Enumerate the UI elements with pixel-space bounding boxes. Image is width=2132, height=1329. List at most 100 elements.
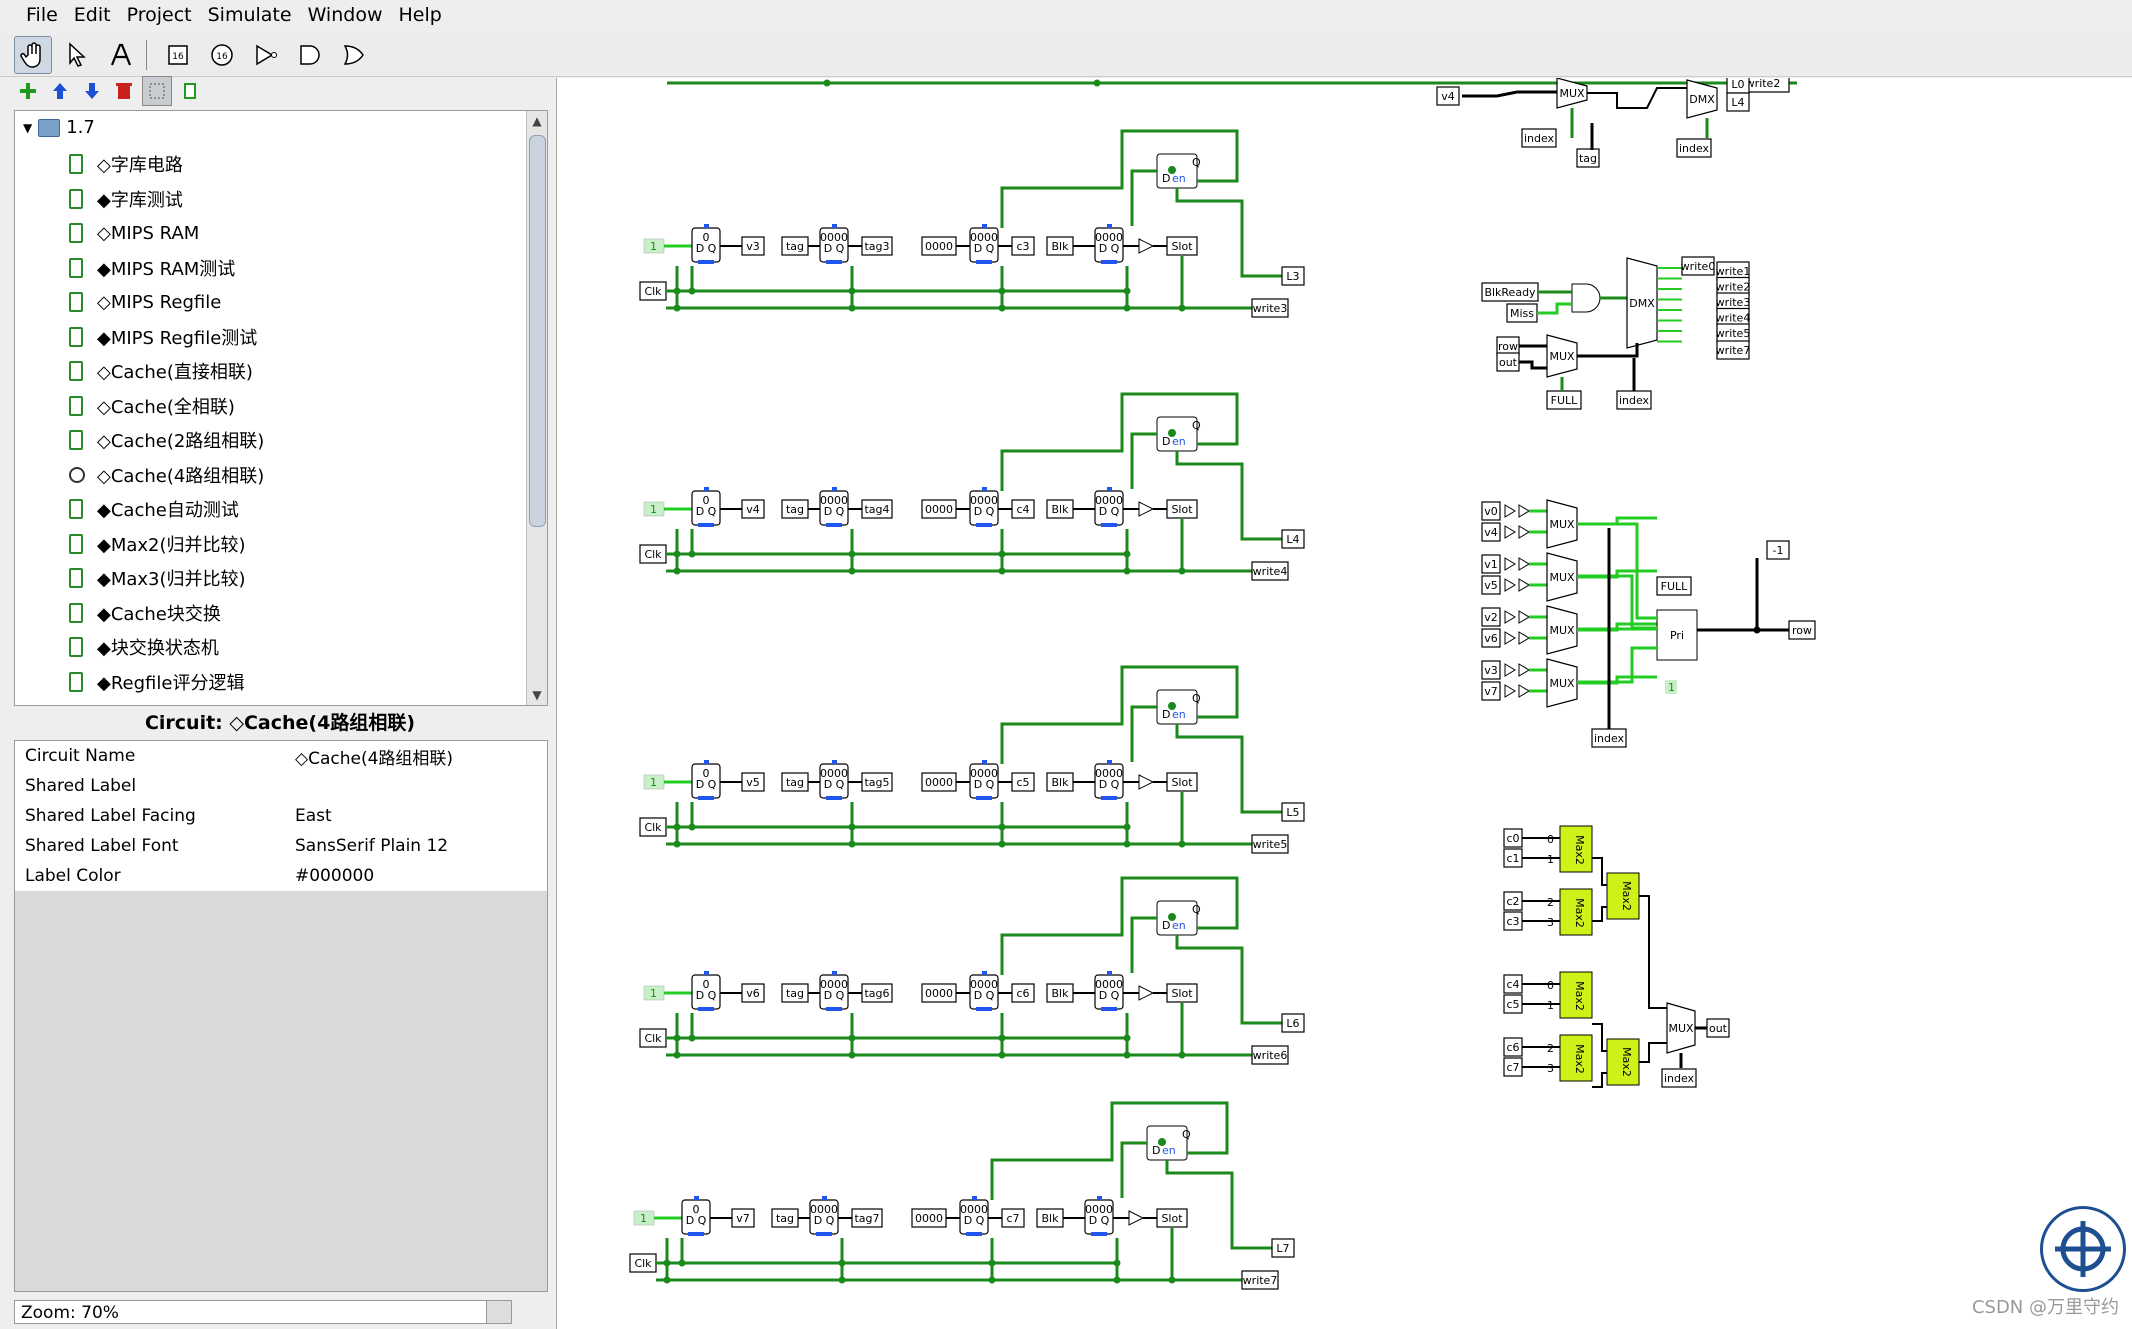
led-indicator [1168, 702, 1176, 710]
property-key: Shared Label [25, 776, 137, 796]
tree-item-label: ◆字库测试 [97, 189, 183, 211]
tree-item[interactable]: ◇Cache(2路组相联) [69, 423, 264, 457]
circuit-icon [69, 395, 83, 416]
menubar: File Edit Project Simulate Window Help [0, 0, 2132, 30]
menu-window[interactable]: Window [300, 0, 391, 30]
collapse-arrow-icon[interactable]: ▼ [23, 121, 32, 135]
tree-item[interactable]: ◇Cache(全相联) [69, 389, 235, 423]
tree-item[interactable]: ◇字库电路 [69, 147, 183, 181]
zoom-stepper[interactable] [486, 1300, 512, 1324]
c-input-label: c4 [1506, 978, 1519, 991]
full-input-label: FULL [1661, 580, 1689, 593]
menu-help[interactable]: Help [390, 0, 449, 30]
l0-output-label: L0 [1731, 78, 1744, 91]
tag-register-dq: D Q [824, 505, 845, 518]
top-index-2-label: index [1679, 142, 1710, 155]
tree-item-label: ◆块交换状态机 [97, 638, 219, 659]
data-register-dq: D Q [1099, 989, 1120, 1002]
property-row[interactable]: Label Color #000000 [15, 861, 547, 891]
circuit-diagram[interactable]: write210D Qv3 tag0000D Qtag3 00000000D Qc3… [557, 78, 2132, 1329]
tree-item[interactable]: ◆MIPS Regfile测试 [69, 320, 257, 354]
valid-register-dq: D Q [696, 505, 717, 518]
property-value[interactable]: SansSerif Plain 12 [281, 836, 547, 856]
hand-icon[interactable] [14, 36, 52, 74]
navigate-crosshair-icon[interactable] [2040, 1206, 2126, 1292]
tree-item[interactable]: ◆块交换状态机 [69, 630, 219, 664]
const-label: 2 [1547, 1042, 1554, 1055]
port [1107, 971, 1112, 975]
text-tool-icon[interactable] [102, 36, 140, 74]
delete-icon[interactable] [110, 77, 138, 105]
wire [1175, 451, 1282, 541]
tree-item[interactable]: ◇MIPS RAM [69, 216, 199, 250]
const-label: 3 [1547, 916, 1554, 929]
scroll-thumb[interactable] [529, 135, 546, 527]
output-pin-icon[interactable]: 16 [203, 36, 241, 74]
tree-root[interactable]: ▼ 1.7 [23, 117, 95, 138]
line-output-label: L7 [1276, 1242, 1289, 1255]
tree-item[interactable]: ◆MIPS RAM测试 [69, 251, 235, 285]
select-arrow-icon[interactable] [58, 36, 96, 74]
tree-item[interactable]: ◇MIPS Regfile [69, 285, 221, 319]
appearance-view-icon[interactable] [176, 77, 204, 105]
wire [1587, 87, 1687, 109]
c-input-label: c0 [1506, 832, 1519, 845]
wire [1175, 724, 1282, 814]
tree-item[interactable]: ◇Cache(4路组相联) [69, 458, 264, 492]
circuit-canvas[interactable]: write2 1 0 D Qv3 tag 0000 D Qtag3 0000 0000 D Qc3… [556, 78, 2132, 1329]
property-row[interactable]: Shared Label Font SansSerif Plain 12 [15, 831, 547, 861]
port [826, 260, 842, 264]
clk-input-label: Clk [644, 821, 662, 834]
latch-d: D [1162, 172, 1170, 185]
tree-item[interactable]: ◆Max2(归并比较) [69, 527, 246, 561]
counter-register-dq: D Q [974, 778, 995, 791]
scroll-up-icon[interactable]: ▲ [527, 111, 547, 131]
buffer-gate [1138, 501, 1155, 517]
tree-item[interactable]: ◆Max3(归并比较) [69, 561, 246, 595]
tree-scrollbar[interactable]: ▲ ▼ [526, 111, 547, 705]
zoom-field[interactable]: Zoom: 70% [14, 1300, 510, 1324]
port [698, 1007, 714, 1011]
property-value[interactable]: East [281, 806, 547, 826]
menu-edit[interactable]: Edit [66, 0, 119, 30]
tree-item[interactable]: ◆Cache块交换 [69, 596, 221, 630]
not-gate-icon[interactable] [247, 36, 285, 74]
latch-en: en [1162, 1144, 1176, 1157]
circuit-icon [69, 533, 83, 554]
valid-register-dq: D Q [686, 1214, 707, 1227]
tree-item[interactable]: ◆Regfile评分逻辑 [69, 665, 244, 699]
circuit-icon [69, 430, 83, 450]
port [698, 523, 714, 527]
junction-dot [1093, 79, 1101, 87]
menu-file[interactable]: File [0, 0, 66, 30]
property-row[interactable]: Shared Label [15, 771, 547, 801]
input-pin-icon[interactable]: 16 [159, 36, 197, 74]
tag-input-label: tag [786, 240, 804, 253]
zero-constant-label: 0000 [925, 776, 953, 789]
layout-view-icon[interactable] [142, 76, 172, 106]
move-down-icon[interactable] [78, 77, 106, 105]
not-gate [1518, 684, 1530, 698]
and-gate-icon[interactable] [291, 36, 329, 74]
valid-output-label: v7 [736, 1212, 750, 1225]
menu-simulate[interactable]: Simulate [200, 0, 300, 30]
move-up-icon[interactable] [46, 77, 74, 105]
property-row[interactable]: Shared Label Facing East [15, 801, 547, 831]
menu-project[interactable]: Project [119, 0, 200, 30]
property-value[interactable]: #000000 [281, 866, 547, 886]
tree-item[interactable]: ◇Cache(直接相联) [69, 354, 253, 388]
blk-input-label: Blk [1052, 503, 1070, 516]
buffer-gate [1504, 525, 1516, 539]
scroll-down-icon[interactable]: ▼ [527, 685, 547, 705]
blk-input-label: Blk [1052, 987, 1070, 1000]
counter-output-label: c3 [1016, 240, 1029, 253]
full-input-label: FULL [1551, 394, 1579, 407]
or-gate-icon[interactable] [335, 36, 373, 74]
property-row[interactable]: Circuit Name ◇Cache(4路组相联) [15, 741, 547, 771]
circuit-icon [69, 188, 83, 209]
port [982, 487, 987, 491]
tree-item[interactable]: ◆字库测试 [69, 182, 183, 216]
property-value[interactable]: ◇Cache(4路组相联) [281, 744, 547, 769]
tree-item[interactable]: ◆Cache自动测试 [69, 492, 239, 526]
add-circuit-icon[interactable] [14, 77, 42, 105]
